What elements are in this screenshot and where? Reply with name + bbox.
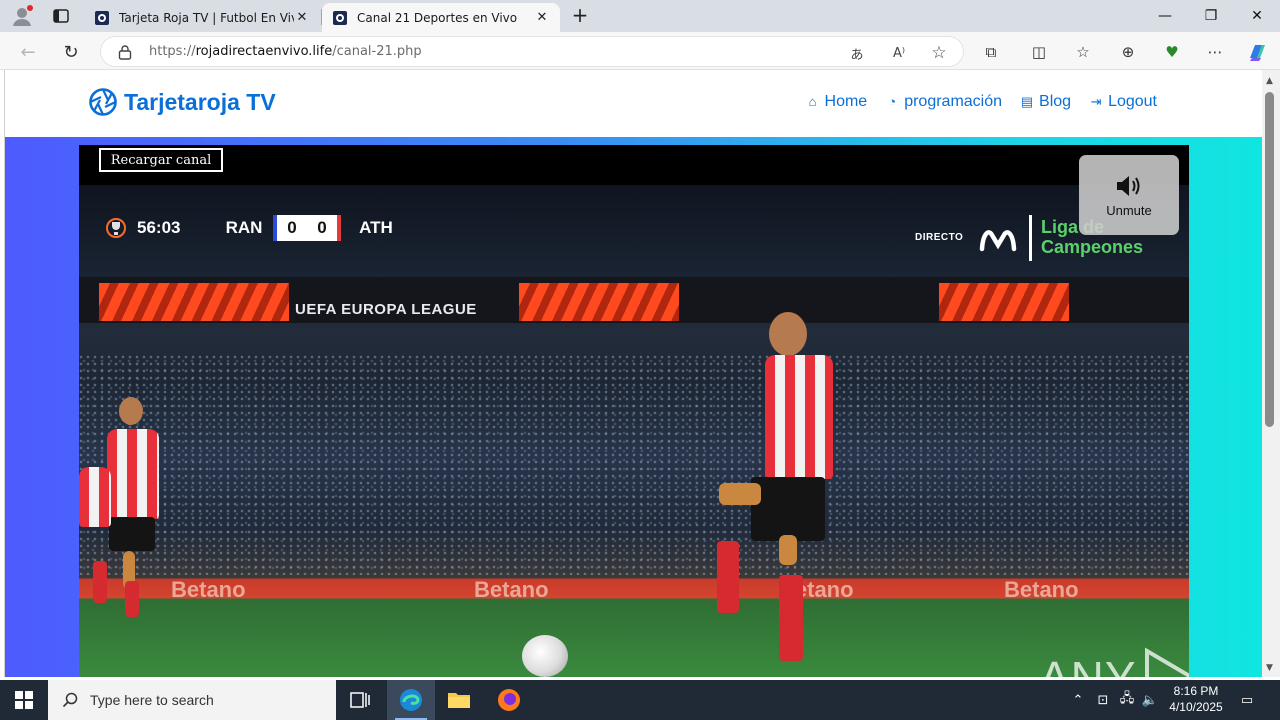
reload-channel-button[interactable]: Recargar canal [99, 148, 223, 172]
profile-avatar-icon[interactable] [10, 4, 34, 28]
away-team: ATH [359, 218, 393, 237]
tab-strip: Tarjeta Roja TV | Futbol En Vivo - ✕ Can… [0, 0, 1280, 32]
favorite-star-icon[interactable]: ☆ [929, 43, 949, 63]
logout-icon: ⇥ [1090, 94, 1102, 109]
board-stripe [939, 283, 1069, 321]
broadcaster-logo [979, 230, 1017, 252]
match-clock: 56:03 [137, 218, 181, 237]
start-button[interactable] [0, 680, 48, 720]
gauge-icon: ◔ [888, 94, 897, 109]
europa-league-icon [106, 218, 126, 238]
windows-taskbar: Type here to search ⌃ ⊡ 🖧 🔈 8:16 PM 4/10… [0, 680, 1280, 720]
unmute-button[interactable]: Unmute [1079, 155, 1179, 235]
away-score: 0 [307, 215, 341, 241]
nav-blog[interactable]: ▤ Blog [1019, 93, 1071, 111]
taskbar-firefox[interactable] [485, 680, 533, 720]
sponsor-board: Betano [1004, 577, 1079, 602]
board-text: UEFA EUROPA LEAGUE [295, 301, 477, 318]
network-security-icon[interactable]: ⊡ [1094, 680, 1112, 720]
tab-title: Canal 21 Deportes en Vivo [357, 10, 518, 25]
windows-logo-icon [15, 691, 33, 709]
search-icon [62, 692, 78, 708]
nav-programacion[interactable]: ◔ programación [884, 93, 1002, 111]
board-stripe [99, 283, 289, 321]
firefox-icon [498, 689, 520, 711]
scoreboard: 56:03 RAN 0 0 ATH [105, 215, 405, 241]
sponsor-board: Betano [171, 577, 246, 602]
task-view-icon [350, 692, 370, 708]
task-view-button[interactable] [336, 680, 384, 720]
favorites-icon[interactable]: ☆ [1072, 41, 1094, 63]
folder-icon [448, 693, 470, 708]
tab-canal-21[interactable]: Canal 21 Deportes en Vivo ✕ [322, 3, 560, 32]
site-favicon-icon [333, 10, 347, 25]
split-screen-icon[interactable]: ◫ [1028, 41, 1050, 63]
collections-icon[interactable]: ⊕ [1117, 41, 1139, 63]
taskbar-search[interactable]: Type here to search [48, 680, 336, 720]
sponsor-board: Betano [474, 577, 549, 602]
site-favicon-icon [95, 10, 109, 25]
nav-logout[interactable]: ⇥ Logout [1088, 93, 1157, 111]
tab-close-icon[interactable]: ✕ [294, 10, 310, 25]
translate-icon[interactable]: あ [847, 43, 867, 63]
main-nav: ⌂ Home ◔ programación ▤ Blog ⇥ Logout [805, 93, 1157, 111]
taskbar-file-explorer[interactable] [435, 680, 483, 720]
aperture-icon [89, 88, 117, 116]
site-header: Tarjetaroja TV ⌂ Home ◔ programación ▤ Blog… [5, 70, 1262, 137]
brand-name: Tarjetaroja TV [124, 88, 276, 115]
taskbar-clock[interactable]: 8:16 PM 4/10/2025 [1160, 683, 1232, 715]
show-hidden-icons-button[interactable]: ⌃ [1070, 680, 1086, 720]
taskbar-edge[interactable] [387, 680, 435, 720]
notifications-icon[interactable]: ▭ [1236, 680, 1258, 720]
back-button[interactable]: ← [15, 39, 41, 65]
home-score: 0 [273, 215, 307, 241]
football [522, 635, 568, 677]
scroll-down-arrow-icon[interactable]: ▼ [1266, 663, 1273, 673]
copilot-icon[interactable] [1246, 41, 1268, 63]
address-toolbar: ← ↻ https://rojadirectaenvivo.life/canal… [0, 32, 1280, 70]
clock-date: 4/10/2025 [1169, 700, 1223, 714]
board-stripe [519, 283, 679, 321]
refresh-button[interactable]: ↻ [58, 39, 84, 65]
minimize-button[interactable]: — [1142, 0, 1188, 32]
search-placeholder: Type here to search [90, 692, 214, 708]
anyrun-watermark: ANY RUN [1039, 647, 1189, 677]
read-aloud-icon[interactable]: A⁾ [889, 43, 909, 63]
tab-tarjeta-roja[interactable]: Tarjeta Roja TV | Futbol En Vivo - ✕ [84, 3, 320, 32]
tab-close-icon[interactable]: ✕ [534, 10, 550, 25]
close-window-button[interactable]: ✕ [1234, 0, 1280, 32]
home-team: RAN [225, 218, 263, 237]
scroll-up-arrow-icon[interactable]: ▲ [1266, 76, 1273, 86]
live-label: DIRECTO [915, 232, 964, 243]
tab-actions-icon[interactable] [52, 7, 70, 25]
extensions-icon[interactable]: ⧉ [980, 41, 1002, 63]
video-frame[interactable]: UEFA EUROPA LEAGUE Betano Betano Betano … [79, 185, 1189, 677]
home-icon: ⌂ [808, 94, 817, 109]
network-icon[interactable]: 🖧 [1118, 680, 1136, 720]
restore-button[interactable]: ❐ [1188, 0, 1234, 32]
volume-icon[interactable]: 🔈 [1140, 680, 1160, 720]
unmute-label: Unmute [1106, 202, 1152, 218]
nav-home[interactable]: ⌂ Home [805, 93, 868, 111]
address-bar[interactable]: https://rojadirectaenvivo.life/canal-21.… [100, 36, 964, 67]
new-tab-button[interactable]: + [568, 4, 592, 28]
newspaper-icon: ▤ [1020, 94, 1034, 109]
speaker-icon [1117, 175, 1140, 196]
browser-essentials-icon[interactable]: ♥ [1161, 41, 1183, 63]
brand-logo[interactable]: Tarjetaroja TV [88, 87, 276, 117]
crowd [79, 355, 1189, 575]
lock-icon[interactable] [118, 44, 132, 60]
page-scrollbar[interactable]: ▲ ▼ [1262, 70, 1280, 677]
scroll-thumb[interactable] [1265, 92, 1274, 427]
tab-title: Tarjeta Roja TV | Futbol En Vivo - [119, 10, 294, 25]
broadcaster-divider [1029, 215, 1032, 261]
edge-icon [400, 689, 422, 711]
video-player[interactable]: Recargar canal UEFA EUROPA LEAGUE Betano… [79, 145, 1189, 677]
clock-time: 8:16 PM [1173, 684, 1219, 698]
more-menu-icon[interactable]: ⋯ [1204, 41, 1226, 63]
web-page: Tarjetaroja TV ⌂ Home ◔ programación ▤ Blog… [4, 70, 1262, 677]
url-text[interactable]: https://rojadirectaenvivo.life/canal-21.… [149, 44, 422, 59]
play-triangle-icon [1144, 647, 1189, 677]
